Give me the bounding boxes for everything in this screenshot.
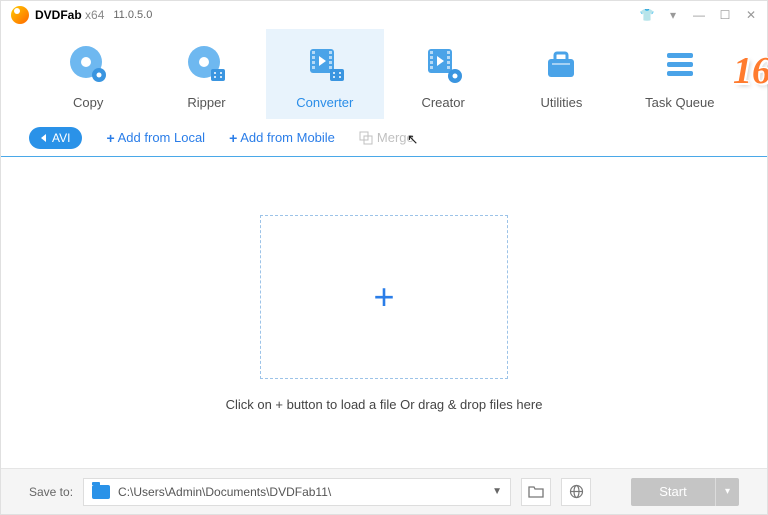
shirt-icon[interactable]: 👕 xyxy=(641,9,653,21)
folder-outline-icon xyxy=(528,485,544,499)
globe-icon xyxy=(569,484,584,499)
tab-converter[interactable]: Converter xyxy=(266,29,384,119)
tab-utilities[interactable]: Utilities xyxy=(502,29,620,119)
add-from-mobile-button[interactable]: + Add from Mobile xyxy=(229,130,335,146)
disc-ripper-icon xyxy=(185,43,227,85)
promo-badge: 16 xyxy=(733,49,768,93)
caret-down-icon: ▼ xyxy=(492,486,502,497)
minimize-icon[interactable]: — xyxy=(693,9,705,21)
dropzone-hint: Click on + button to load a file Or drag… xyxy=(226,397,543,412)
footer: Save to: C:\Users\Admin\Documents\DVDFab… xyxy=(1,468,767,514)
film-creator-icon xyxy=(422,43,464,85)
tab-label: Creator xyxy=(421,95,464,110)
tab-label: Task Queue xyxy=(645,95,714,110)
close-icon[interactable]: ✕ xyxy=(745,9,757,21)
tab-label: Copy xyxy=(73,95,103,110)
app-arch: x64 xyxy=(85,8,104,22)
dropzone[interactable]: + xyxy=(260,215,508,379)
film-converter-icon xyxy=(304,43,346,85)
dropdown-icon[interactable]: ▾ xyxy=(667,9,679,21)
maximize-icon[interactable]: ☐ xyxy=(719,9,731,21)
start-button[interactable]: Start ▾ xyxy=(631,478,739,506)
save-path-selector[interactable]: C:\Users\Admin\Documents\DVDFab11\ ▼ xyxy=(83,478,511,506)
arrow-left-icon xyxy=(41,134,46,142)
plus-icon: + xyxy=(229,130,237,146)
main-tabs: Copy Ripper Converter Creator Utilities … xyxy=(1,29,767,119)
tab-copy[interactable]: Copy xyxy=(29,29,147,119)
cursor-icon: ↖ xyxy=(407,131,419,148)
browse-folder-button[interactable] xyxy=(521,478,551,506)
plus-icon: + xyxy=(106,130,114,146)
merge-icon xyxy=(359,131,373,145)
add-mobile-label: Add from Mobile xyxy=(240,130,335,145)
tab-label: Converter xyxy=(296,95,353,110)
main-area: + Click on + button to load a file Or dr… xyxy=(1,157,767,469)
folder-icon xyxy=(92,485,110,499)
tab-creator[interactable]: Creator xyxy=(384,29,502,119)
app-logo-icon xyxy=(11,6,29,24)
save-to-label: Save to: xyxy=(29,485,73,499)
title-left: DVDFab x64 11.0.5.0 xyxy=(11,6,152,24)
add-local-label: Add from Local xyxy=(118,130,205,145)
list-queue-icon xyxy=(659,43,701,85)
merge-button: Merge ↖ xyxy=(359,130,414,145)
toolbar: AVI + Add from Local + Add from Mobile M… xyxy=(1,119,767,157)
tab-label: Utilities xyxy=(541,95,583,110)
toolbox-icon xyxy=(540,43,582,85)
app-version: 11.0.5.0 xyxy=(113,9,152,21)
format-label: AVI xyxy=(52,131,70,145)
window-controls: 👕 ▾ — ☐ ✕ xyxy=(641,9,757,21)
app-name-text: DVDFab xyxy=(35,8,82,22)
tab-task-queue[interactable]: Task Queue xyxy=(621,29,739,119)
tab-ripper[interactable]: Ripper xyxy=(147,29,265,119)
start-label: Start xyxy=(631,484,715,499)
format-selector[interactable]: AVI xyxy=(29,127,82,149)
titlebar: DVDFab x64 11.0.5.0 👕 ▾ — ☐ ✕ xyxy=(1,1,767,29)
web-button[interactable] xyxy=(561,478,591,506)
start-dropdown[interactable]: ▾ xyxy=(715,478,739,506)
tab-label: Ripper xyxy=(187,95,225,110)
disc-copy-icon xyxy=(67,43,109,85)
save-path-text: C:\Users\Admin\Documents\DVDFab11\ xyxy=(118,485,484,499)
plus-add-icon: + xyxy=(373,276,394,318)
app-name: DVDFab x64 xyxy=(35,8,104,22)
add-from-local-button[interactable]: + Add from Local xyxy=(106,130,205,146)
